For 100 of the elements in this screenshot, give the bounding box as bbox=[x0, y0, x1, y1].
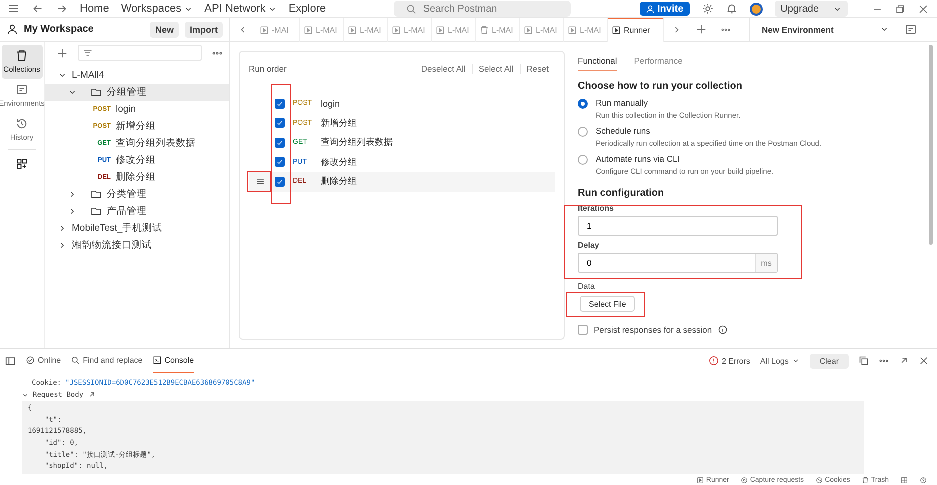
environment-quick-look-icon[interactable] bbox=[905, 24, 917, 36]
history-icon bbox=[16, 118, 28, 130]
avatar[interactable] bbox=[750, 2, 763, 16]
field-label: Delay bbox=[578, 241, 600, 250]
checkbox[interactable] bbox=[275, 118, 285, 128]
add-icon[interactable] bbox=[57, 48, 68, 58]
radio-button[interactable] bbox=[578, 127, 588, 137]
pop-out-icon[interactable] bbox=[899, 356, 909, 366]
upgrade-button[interactable]: Upgrade bbox=[774, 1, 848, 17]
close-icon[interactable] bbox=[919, 356, 929, 366]
header-button[interactable]: New bbox=[150, 22, 179, 38]
link-button[interactable]: Reset bbox=[520, 64, 555, 74]
runner-icon bbox=[392, 26, 401, 34]
request-name: 新增分组 bbox=[116, 120, 156, 133]
runner-icon bbox=[612, 26, 621, 34]
error-count[interactable]: 2 Errors bbox=[708, 356, 750, 366]
request-name: 新增分组 bbox=[321, 116, 357, 130]
option-label: Schedule runs bbox=[596, 126, 652, 137]
select-file-button[interactable]: Select File bbox=[580, 296, 636, 312]
checkmark-icon bbox=[276, 138, 284, 147]
add-apps-icon[interactable] bbox=[16, 158, 28, 170]
bell-icon[interactable] bbox=[726, 3, 738, 15]
folder-icon bbox=[91, 87, 102, 98]
tab[interactable]: Functional bbox=[578, 56, 618, 71]
maximize-icon[interactable] bbox=[895, 4, 906, 14]
caret-icon bbox=[792, 357, 800, 365]
header-button[interactable]: Import bbox=[185, 22, 223, 38]
open-link-icon[interactable] bbox=[88, 391, 96, 399]
radio-button[interactable] bbox=[578, 99, 588, 109]
delay-input[interactable]: 0 bbox=[579, 258, 755, 268]
terminal-icon bbox=[152, 356, 162, 365]
nav-link[interactable]: Workspaces bbox=[121, 3, 193, 15]
copy-icon[interactable] bbox=[859, 356, 869, 366]
add-person-icon bbox=[646, 4, 655, 14]
iterations-input[interactable]: 1 bbox=[579, 221, 777, 231]
folder-name: 产品管理 bbox=[107, 205, 147, 218]
help-icon[interactable] bbox=[920, 476, 927, 484]
runner-icon bbox=[260, 26, 269, 34]
menu-icon[interactable] bbox=[8, 3, 20, 15]
filter-field[interactable] bbox=[78, 45, 202, 61]
iterations-field[interactable]: 1 bbox=[578, 216, 778, 236]
search-input[interactable]: Search Postman bbox=[423, 4, 554, 14]
link-button[interactable]: Select All bbox=[472, 64, 520, 74]
add-tab-icon[interactable] bbox=[696, 24, 707, 35]
tab[interactable]: Performance bbox=[634, 56, 683, 71]
radio-button[interactable] bbox=[578, 155, 588, 165]
status-icon bbox=[816, 476, 824, 484]
runner-icon bbox=[524, 26, 533, 34]
search-field[interactable]: Search Postman bbox=[394, 1, 572, 17]
folder-name: 分组管理 bbox=[107, 86, 147, 99]
collection-item[interactable]: MobileTest_手机测试 bbox=[45, 220, 229, 237]
collections-icon bbox=[16, 50, 28, 62]
back-arrow-icon[interactable] bbox=[32, 3, 44, 15]
section-heading: Run configuration bbox=[578, 188, 666, 199]
nav-link[interactable]: Home bbox=[80, 3, 110, 15]
collection-name: 湘韵物流接口测试 bbox=[72, 239, 152, 252]
checkbox[interactable] bbox=[578, 325, 588, 335]
workspace-name: My Workspace bbox=[24, 24, 94, 35]
info-icon[interactable] bbox=[718, 325, 728, 335]
layout-icon[interactable] bbox=[901, 476, 908, 484]
close-icon[interactable] bbox=[918, 4, 929, 14]
console-tab[interactable]: Console bbox=[152, 349, 194, 373]
request-name: login bbox=[116, 104, 136, 115]
console-tab[interactable]: Online bbox=[26, 349, 62, 373]
error-icon bbox=[708, 356, 719, 366]
search-icon bbox=[71, 356, 80, 365]
editor-tab[interactable]: Runner bbox=[608, 18, 664, 42]
environments-icon bbox=[16, 84, 28, 96]
collection-item[interactable]: 湘韵物流接口测试 bbox=[45, 237, 229, 254]
collection-item[interactable]: L-MAll4 bbox=[45, 67, 229, 84]
delay-field[interactable]: 0 ms bbox=[578, 253, 778, 273]
console-tab[interactable]: Find and replace bbox=[71, 349, 143, 373]
request-name: 修改分组 bbox=[321, 156, 357, 169]
clear-button[interactable]: Clear bbox=[810, 354, 849, 368]
nav-link[interactable]: Explore bbox=[288, 3, 326, 15]
settings-icon[interactable] bbox=[702, 3, 714, 15]
checkbox[interactable] bbox=[275, 138, 285, 148]
folder-item[interactable]: 分类管理 bbox=[45, 186, 229, 203]
nav-link[interactable]: API Network bbox=[204, 3, 277, 15]
link-button[interactable]: Deselect All bbox=[415, 64, 472, 74]
folder-icon bbox=[91, 189, 102, 200]
checkbox[interactable] bbox=[275, 157, 285, 168]
checkbox[interactable] bbox=[275, 176, 285, 187]
invite-button[interactable]: Invite bbox=[640, 2, 690, 16]
checkbox[interactable] bbox=[275, 98, 285, 109]
filter-icon bbox=[83, 48, 93, 58]
environment-dropdown[interactable]: New Environment bbox=[749, 18, 897, 42]
sidebar-toggle-icon[interactable] bbox=[5, 356, 16, 366]
expand-caret-icon[interactable] bbox=[22, 392, 29, 398]
unit-label: ms bbox=[755, 254, 777, 272]
status-icon bbox=[862, 476, 870, 484]
log-filter-dropdown[interactable]: All Logs bbox=[760, 356, 800, 366]
section-heading: Choose how to run your collection bbox=[578, 81, 744, 92]
forward-arrow-icon[interactable] bbox=[56, 3, 68, 15]
checkmark-icon bbox=[276, 178, 284, 186]
scrollbar[interactable] bbox=[929, 45, 933, 245]
field-label: Data bbox=[578, 282, 595, 291]
folder-item[interactable]: 产品管理 bbox=[45, 203, 229, 220]
runner-icon bbox=[348, 26, 357, 34]
folder-item[interactable]: 分组管理 bbox=[45, 84, 229, 101]
